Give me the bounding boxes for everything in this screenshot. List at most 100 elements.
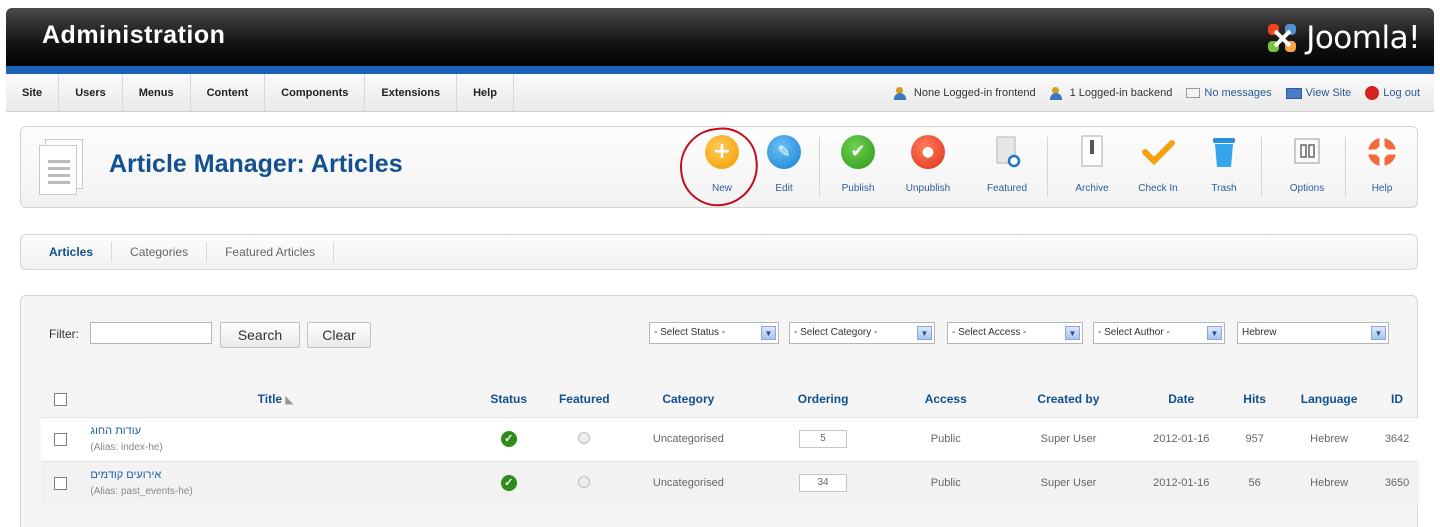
logout-link[interactable]: Log out <box>1365 86 1420 100</box>
archive-button-label: Archive <box>1075 183 1109 194</box>
article-id: 3650 <box>1375 460 1419 505</box>
trash-button-label: Trash <box>1211 183 1237 194</box>
articles-table: Title ◣ Status Featured Category Orderin… <box>41 381 1419 505</box>
menu-help[interactable]: Help <box>457 74 514 112</box>
column-date[interactable]: Date <box>1136 381 1226 417</box>
search-button[interactable]: Search <box>220 322 300 348</box>
article-category: Uncategorised <box>621 416 756 461</box>
select-author[interactable]: - Select Author - ▼ <box>1093 322 1225 344</box>
tab-categories[interactable]: Categories <box>112 242 208 262</box>
edit-button[interactable]: ✎ Edit <box>753 135 815 201</box>
column-id[interactable]: ID <box>1375 381 1419 417</box>
trash-icon <box>1207 135 1241 169</box>
row-checkbox[interactable] <box>54 476 68 490</box>
article-hits: 56 <box>1226 460 1284 505</box>
options-button-label: Options <box>1289 183 1325 194</box>
main-menu: Site Users Menus Content Components Exte… <box>6 74 514 112</box>
status-frontend: None Logged-in frontend <box>893 86 1036 100</box>
article-access: Public <box>890 460 1001 505</box>
select-category[interactable]: - Select Category - ▼ <box>789 322 935 344</box>
article-icon <box>39 139 85 195</box>
article-alias: (Alias: index-he) <box>90 442 163 453</box>
chevron-down-icon: ▼ <box>761 326 776 340</box>
not-featured-icon[interactable] <box>578 431 591 444</box>
chevron-down-icon: ▼ <box>1371 326 1386 340</box>
lifebuoy-icon <box>1365 135 1399 169</box>
article-language: Hebrew <box>1283 460 1376 505</box>
joomla-logo-text: Joomla! <box>1306 20 1420 56</box>
menu-site[interactable]: Site <box>6 74 60 112</box>
column-featured[interactable]: Featured <box>547 381 621 417</box>
filter-label: Filter: <box>49 327 79 341</box>
chevron-down-icon: ▼ <box>1207 326 1222 340</box>
article-id: 3642 <box>1375 416 1419 461</box>
select-language[interactable]: Hebrew ▼ <box>1237 322 1389 344</box>
toolbar-divider <box>1261 137 1262 197</box>
submenu-tabs: Articles Categories Featured Articles <box>20 234 1418 270</box>
column-category[interactable]: Category <box>622 381 756 417</box>
users-icon <box>893 86 910 100</box>
column-title[interactable]: Title ◣ <box>80 381 470 417</box>
tab-featured-articles[interactable]: Featured Articles <box>207 242 335 262</box>
header-accent-bar <box>6 66 1434 74</box>
article-title-link[interactable]: עודות החוג <box>90 425 470 437</box>
table-row: עודות החוג (Alias: index-he) ✓ Uncategor… <box>41 416 1419 461</box>
tab-articles[interactable]: Articles <box>39 242 113 262</box>
toolbar-divider <box>819 137 820 197</box>
options-button[interactable]: Options <box>1276 135 1338 201</box>
options-icon <box>1290 135 1324 169</box>
select-access[interactable]: - Select Access - ▼ <box>947 322 1083 344</box>
ordering-input[interactable]: 34 <box>799 474 848 493</box>
check-in-button[interactable]: Check In <box>1127 135 1189 201</box>
ordering-input[interactable]: 5 <box>799 430 848 448</box>
article-author: Super User <box>1000 416 1137 461</box>
menu-extensions[interactable]: Extensions <box>365 74 458 112</box>
menu-users[interactable]: Users <box>59 74 123 112</box>
users-icon <box>1049 86 1066 100</box>
select-all-checkbox[interactable] <box>54 392 68 406</box>
article-hits: 957 <box>1226 416 1284 461</box>
admin-header: Administration Joomla! <box>6 8 1434 68</box>
view-site-link[interactable]: View Site <box>1285 87 1351 99</box>
select-author-value: - Select Author - <box>1098 327 1170 338</box>
menu-content[interactable]: Content <box>191 74 266 112</box>
help-button[interactable]: Help <box>1351 135 1413 201</box>
column-ordering[interactable]: Ordering <box>755 381 891 417</box>
menu-components[interactable]: Components <box>265 74 366 112</box>
published-icon[interactable]: ✓ <box>500 475 517 492</box>
joomla-logo-icon <box>1268 24 1297 52</box>
archive-icon <box>1075 135 1109 169</box>
page-title: Article Manager: Articles <box>109 150 403 178</box>
article-alias: (Alias: past_events-he) <box>90 486 193 498</box>
column-language[interactable]: Language <box>1283 381 1375 417</box>
unpublish-button[interactable]: ● Unpublish <box>897 135 959 201</box>
column-status[interactable]: Status <box>470 381 547 417</box>
archive-button[interactable]: Archive <box>1061 135 1123 201</box>
published-icon[interactable]: ✓ <box>500 431 517 447</box>
article-category: Uncategorised <box>621 460 756 505</box>
table-row: אירועים קודמים (Alias: past_events-he) ✓… <box>41 460 1419 505</box>
article-author: Super User <box>1000 460 1137 505</box>
clear-button[interactable]: Clear <box>307 322 371 348</box>
toolbar-divider <box>1345 137 1346 197</box>
publish-button[interactable]: ✔ Publish <box>827 135 889 201</box>
article-title-link[interactable]: אירועים קודמים <box>90 469 470 481</box>
menu-bar: Site Users Menus Content Components Exte… <box>6 74 1434 112</box>
select-status[interactable]: - Select Status - ▼ <box>649 322 779 344</box>
featured-button[interactable]: Featured <box>976 135 1038 201</box>
not-featured-icon[interactable] <box>578 475 591 488</box>
row-checkbox[interactable] <box>54 432 68 446</box>
edit-button-label: Edit <box>775 183 793 194</box>
menu-menus[interactable]: Menus <box>123 74 191 112</box>
monitor-icon <box>1285 87 1302 99</box>
column-hits[interactable]: Hits <box>1226 381 1283 417</box>
status-messages[interactable]: No messages <box>1186 87 1272 99</box>
column-created-by[interactable]: Created by <box>1001 381 1137 417</box>
column-access[interactable]: Access <box>891 381 1001 417</box>
chevron-down-icon: ▼ <box>1065 326 1080 340</box>
filter-input[interactable] <box>90 322 212 344</box>
trash-button[interactable]: Trash <box>1193 135 1255 201</box>
admin-title: Administration <box>42 21 226 49</box>
joomla-logo[interactable]: Joomla! <box>1266 18 1420 58</box>
select-status-value: - Select Status - <box>654 327 726 338</box>
